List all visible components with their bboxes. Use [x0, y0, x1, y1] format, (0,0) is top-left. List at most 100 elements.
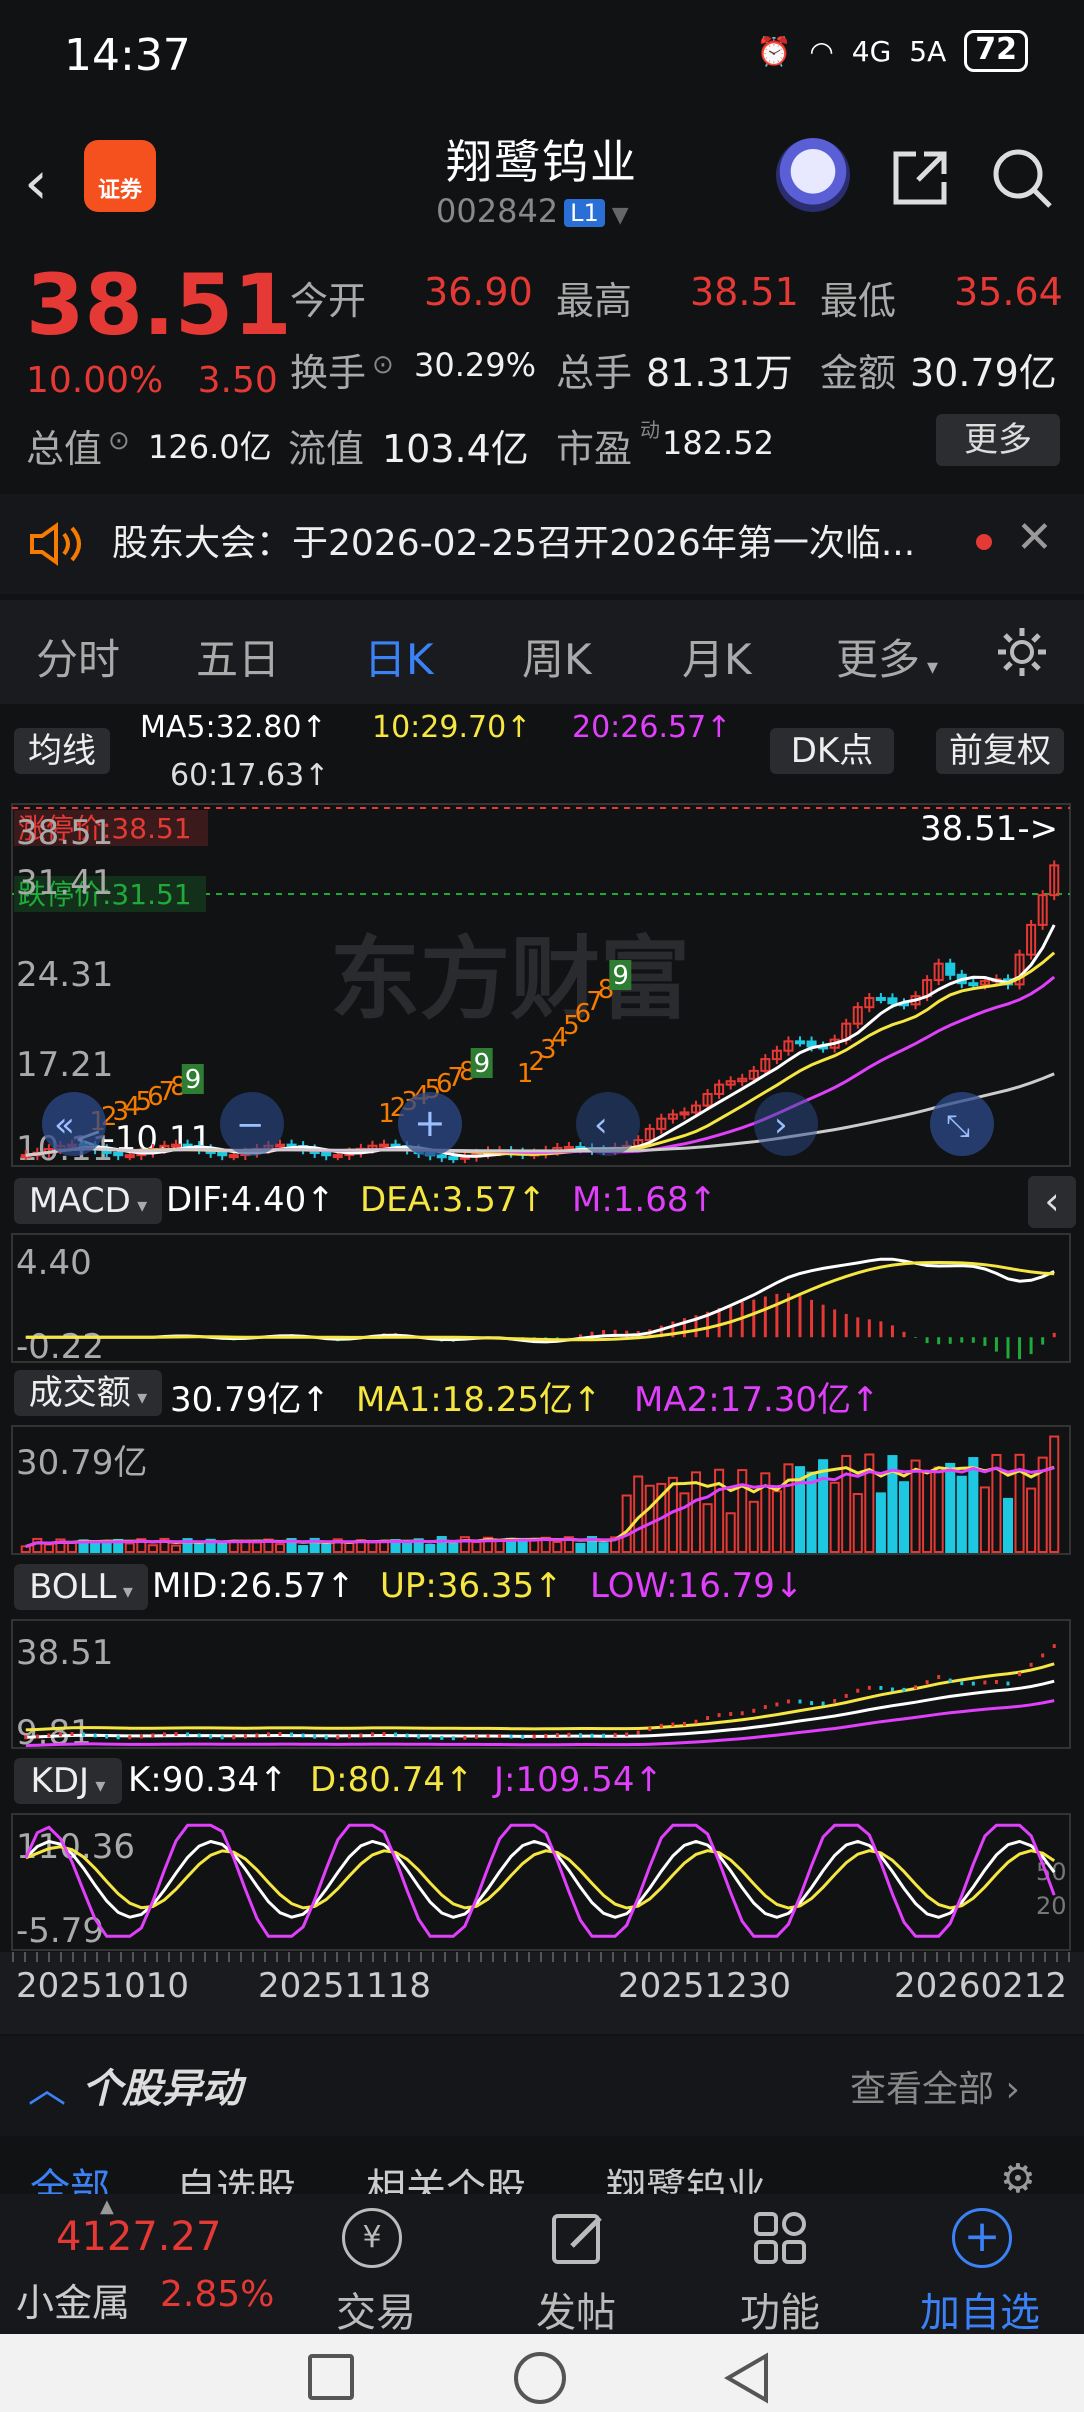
post-button[interactable]: 发帖 — [536, 2280, 616, 2338]
volume-bar — [321, 1543, 332, 1554]
tab-monthly-k[interactable]: 月K — [682, 626, 752, 687]
macd-chart[interactable]: 4.40 -0.22 — [0, 1232, 1084, 1364]
trade-button[interactable]: 交易 — [336, 2280, 416, 2338]
ma5-value: MA5:32.80↑ — [140, 710, 327, 745]
back-triangle-icon[interactable] — [722, 2352, 772, 2404]
level-badge: L1 — [564, 199, 605, 227]
indicator-select-boll[interactable]: BOLL ▾ — [14, 1564, 148, 1610]
indicator-select-kdj[interactable]: KDJ ▾ — [14, 1758, 122, 1804]
candle-body — [124, 1154, 135, 1159]
volume-bar — [922, 1471, 933, 1554]
dk-point-toggle[interactable]: DK点 — [770, 728, 894, 774]
subtab-related[interactable]: 相关个股 — [366, 2156, 526, 2194]
volume-bar — [621, 1494, 632, 1553]
volume-chart[interactable]: 30.79亿 — [0, 1424, 1084, 1556]
candle-body — [378, 1143, 390, 1148]
status-icons: ⏰ ◠ 4G 5A 72 — [756, 30, 1028, 72]
tab-more[interactable]: 更多 ▾ — [836, 626, 938, 687]
boll-low: LOW:16.79↓ — [590, 1566, 804, 1606]
tab-weekly-k[interactable]: 周K — [522, 626, 592, 687]
minus-icon: − — [236, 1105, 265, 1145]
macd-dif: DIF:4.40↑ — [166, 1180, 335, 1220]
index-value[interactable]: 4127.27 — [56, 2214, 221, 2260]
recent-apps-icon[interactable] — [308, 2354, 354, 2400]
battery-icon: 72 — [964, 30, 1028, 72]
volume-bar — [979, 1486, 990, 1554]
collapse-panel-button[interactable]: ‹ — [1028, 1176, 1076, 1228]
kline-chart[interactable]: 东方财富 涨停价:38.51 跌停价:31.51 38.51 31.41 24.… — [0, 800, 1084, 1170]
boll-chart[interactable]: 38.51 9.81 — [0, 1618, 1084, 1750]
volume-value: 81.31万 — [646, 351, 793, 395]
td-nine: 9 — [185, 1065, 202, 1095]
kdj-k: K:90.34↑ — [128, 1760, 288, 1800]
info-icon[interactable]: ⊙ — [108, 426, 130, 456]
candle-body — [321, 1152, 332, 1157]
volume-bar — [875, 1492, 886, 1554]
robot-assistant-icon[interactable] — [776, 138, 850, 212]
volume-bar — [783, 1463, 794, 1554]
candle-body — [217, 1151, 228, 1157]
volume-bar — [32, 1537, 43, 1554]
volume-bar — [598, 1542, 609, 1554]
macd-y-bot: -0.22 — [16, 1327, 104, 1364]
subtab-watchlist[interactable]: 自选股 — [176, 2156, 296, 2194]
settings-gear-icon[interactable]: ⚙ — [1000, 2156, 1036, 2194]
settings-gear-icon[interactable] — [994, 624, 1050, 680]
adjust-select[interactable]: 前复权 — [936, 728, 1064, 774]
kdj-chart[interactable]: 110.36 -5.79 50 20 — [0, 1812, 1084, 1952]
pe-sup: 动 — [640, 418, 660, 442]
volume-bar — [170, 1544, 182, 1554]
index-name[interactable]: 小金属 — [16, 2272, 130, 2327]
double-left-icon: « — [54, 1105, 75, 1145]
low-value: 35.64 — [954, 270, 1063, 314]
volume-bars — [20, 1435, 1060, 1554]
trade-icon: ¥ — [342, 2208, 402, 2268]
share-icon[interactable] — [888, 146, 952, 210]
y-label-1: 38.51 — [16, 813, 113, 853]
search-icon[interactable] — [990, 146, 1056, 212]
chevron-right-icon: › — [774, 1105, 788, 1145]
stock-code-row[interactable]: 002842 L1 ▼ — [436, 192, 629, 230]
macd-y-top: 4.40 — [16, 1243, 92, 1283]
volume-bar — [910, 1459, 921, 1554]
macd-series — [25, 1257, 1056, 1360]
subtab-all[interactable]: 全部 — [30, 2156, 110, 2194]
subtab-stock[interactable]: 翔鹭钨业 — [606, 2156, 766, 2194]
kdj-d: D:80.74↑ — [310, 1760, 474, 1800]
amount-value: 30.79亿 — [910, 351, 1057, 395]
tab-intraday[interactable]: 分时 — [36, 626, 120, 687]
turnover-label: 换手 — [290, 351, 367, 395]
indicator-select-volume[interactable]: 成交额 ▾ — [14, 1370, 162, 1416]
indicator-select-ma[interactable]: 均线 — [14, 728, 110, 774]
low-label: 最低 — [820, 279, 897, 323]
collapse-chevron-icon[interactable]: ︿ — [28, 2058, 66, 2113]
indicator-select-macd[interactable]: MACD ▾ — [14, 1178, 162, 1224]
tab-daily-k[interactable]: 日K — [364, 626, 434, 687]
home-icon[interactable] — [514, 2352, 566, 2404]
ma10-value: 10:29.70↑ — [372, 710, 532, 745]
volume-label: 总手 — [556, 351, 633, 395]
notice-bar[interactable]: 股东大会：于2026-02-25召开2026年第一次临... ✕ — [0, 494, 1084, 594]
subtabs: 全部 自选股 相关个股 翔鹭钨业 ⚙ — [0, 2136, 1084, 2194]
candle-body — [968, 982, 979, 987]
add-watchlist-icon: + — [952, 2208, 1012, 2268]
section-title: 个股异动 — [82, 2066, 242, 2112]
add-watchlist-button[interactable]: 加自选 — [920, 2280, 1040, 2338]
volume-bar — [43, 1543, 54, 1554]
change-amt: 3.50 — [197, 360, 278, 401]
system-nav-bar — [0, 2334, 1084, 2412]
candle-body — [794, 1040, 806, 1045]
turnover-value: 30.29% — [414, 346, 537, 384]
tab-five-day[interactable]: 五日 — [196, 626, 280, 687]
info-icon[interactable]: ⊙ — [372, 350, 394, 380]
kdj-y-top: 110.36 — [16, 1827, 135, 1867]
more-button[interactable]: 更多 — [936, 414, 1060, 466]
candle-body — [563, 1145, 574, 1150]
view-all-link[interactable]: 查看全部 › — [850, 2060, 1020, 2112]
close-icon[interactable]: ✕ — [1016, 512, 1053, 563]
volume-value: 30.79亿↑ — [170, 1380, 330, 1420]
prev-button[interactable] — [576, 1092, 640, 1156]
candle-body — [448, 1156, 459, 1161]
volume-bar — [956, 1475, 967, 1554]
function-button[interactable]: 功能 — [740, 2280, 820, 2338]
